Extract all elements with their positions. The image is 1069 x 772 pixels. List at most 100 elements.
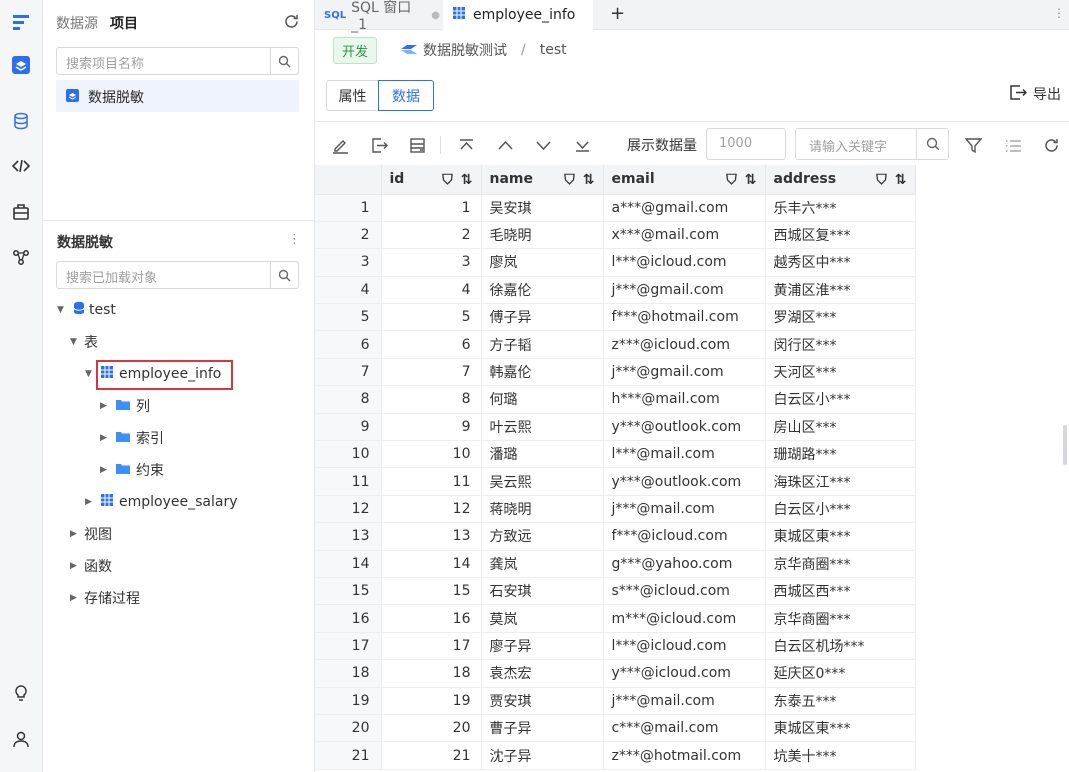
address-cell[interactable]: 延庆区0*** — [765, 659, 916, 688]
address-cell[interactable]: 东泰五*** — [765, 687, 916, 715]
row-number-cell[interactable]: 8 — [315, 385, 382, 414]
id-cell[interactable]: 7 — [381, 358, 482, 387]
address-cell[interactable]: 東城区東*** — [765, 522, 916, 551]
tree-columns[interactable]: ▶ 列 — [100, 395, 150, 417]
name-cell[interactable]: 方子韬 — [481, 330, 604, 359]
tree-views[interactable]: ▶ 视图 — [70, 523, 112, 545]
tree-table-employee-salary[interactable]: ▶ employee_salary — [85, 491, 238, 513]
column-header-address[interactable]: address ⛉ ⇅ — [765, 165, 916, 195]
name-cell[interactable]: 徐嘉伦 — [481, 276, 604, 305]
save-icon[interactable] — [406, 134, 428, 156]
column-header-email[interactable]: email ⛉ ⇅ — [603, 165, 766, 195]
email-cell[interactable]: a***@gmail.com — [603, 194, 766, 222]
address-cell[interactable]: 闵行区*** — [765, 330, 916, 359]
email-cell[interactable]: c***@mail.com — [603, 714, 766, 743]
sort-icon[interactable]: ⇅ — [895, 172, 907, 188]
name-cell[interactable]: 叶云熙 — [481, 413, 604, 442]
name-cell[interactable]: 潘璐 — [481, 440, 604, 469]
name-cell[interactable]: 毛晓明 — [481, 221, 604, 250]
email-cell[interactable]: g***@yahoo.com — [603, 550, 766, 578]
email-cell[interactable]: x***@mail.com — [603, 221, 766, 250]
table-row[interactable]: 20 20 曹子异 c***@mail.com 東城区東*** — [315, 714, 916, 743]
id-cell[interactable]: 19 — [381, 687, 482, 715]
next-page-icon[interactable] — [532, 134, 554, 156]
id-cell[interactable]: 15 — [381, 577, 482, 606]
search-icon[interactable] — [916, 129, 948, 159]
name-cell[interactable]: 吴云熙 — [481, 467, 604, 496]
app-logo-icon[interactable] — [10, 12, 32, 34]
table-row[interactable]: 6 6 方子韬 z***@icloud.com 闵行区*** — [315, 330, 916, 359]
prev-page-icon[interactable] — [494, 134, 516, 156]
first-page-icon[interactable] — [455, 134, 477, 156]
row-number-cell[interactable]: 1 — [315, 194, 382, 222]
email-cell[interactable]: j***@gmail.com — [603, 358, 766, 387]
email-cell[interactable]: l***@icloud.com — [603, 248, 766, 277]
tab-project[interactable]: 项目 — [110, 13, 138, 33]
bulb-icon[interactable] — [10, 682, 32, 704]
new-tab-icon[interactable]: + — [610, 3, 625, 24]
email-cell[interactable]: y***@outlook.com — [603, 413, 766, 442]
filter-icon[interactable]: ⛉ — [726, 172, 737, 188]
id-cell[interactable]: 21 — [381, 741, 482, 770]
table-row[interactable]: 18 18 袁杰宏 y***@icloud.com 延庆区0*** — [315, 659, 916, 688]
search-icon[interactable] — [270, 48, 298, 74]
address-cell[interactable]: 黄浦区淮*** — [765, 276, 916, 305]
address-cell[interactable]: 白云区小*** — [765, 385, 916, 414]
row-number-cell[interactable]: 11 — [315, 467, 382, 496]
table-row[interactable]: 4 4 徐嘉伦 j***@gmail.com 黄浦区淮*** — [315, 276, 916, 305]
tree-tables-folder[interactable]: ▼ 表 — [70, 331, 98, 353]
breadcrumb-db[interactable]: test — [540, 42, 567, 58]
address-cell[interactable]: 京华商圈*** — [765, 550, 916, 578]
code-icon[interactable] — [10, 155, 32, 177]
import-icon[interactable] — [368, 134, 390, 156]
row-number-cell[interactable]: 7 — [315, 358, 382, 387]
breadcrumb-project[interactable]: 数据脱敏测试 — [423, 40, 507, 60]
email-cell[interactable]: j***@mail.com — [603, 687, 766, 715]
caret-down-icon[interactable]: ▼ — [57, 305, 69, 315]
row-number-cell[interactable]: 3 — [315, 248, 382, 277]
row-number-cell[interactable]: 4 — [315, 276, 382, 305]
table-row[interactable]: 15 15 石安琪 s***@icloud.com 西城区西*** — [315, 577, 916, 606]
address-cell[interactable]: 西城区西*** — [765, 577, 916, 606]
table-row[interactable]: 7 7 韩嘉伦 j***@gmail.com 天河区*** — [315, 358, 916, 387]
caret-down-icon[interactable]: ▼ — [85, 369, 97, 379]
layers-icon[interactable] — [10, 54, 32, 76]
address-cell[interactable]: 西城区复*** — [765, 221, 916, 250]
sort-icon[interactable]: ⇅ — [583, 172, 595, 188]
tree-functions[interactable]: ▶ 函数 — [70, 555, 112, 577]
name-cell[interactable]: 吴安琪 — [481, 194, 604, 222]
list-icon[interactable] — [1002, 134, 1024, 156]
row-number-cell[interactable]: 6 — [315, 330, 382, 359]
id-cell[interactable]: 16 — [381, 604, 482, 633]
id-cell[interactable]: 6 — [381, 330, 482, 359]
email-cell[interactable]: l***@mail.com — [603, 440, 766, 469]
table-row[interactable]: 13 13 方致远 f***@icloud.com 東城区東*** — [315, 522, 916, 551]
table-row[interactable]: 14 14 龚岚 g***@yahoo.com 京华商圈*** — [315, 550, 916, 578]
row-number-cell[interactable]: 19 — [315, 687, 382, 715]
tree-db[interactable]: ▼ test — [57, 299, 116, 321]
caret-right-icon[interactable]: ▶ — [70, 561, 82, 571]
caret-right-icon[interactable]: ▶ — [100, 433, 112, 443]
id-cell[interactable]: 2 — [381, 221, 482, 250]
email-cell[interactable]: j***@gmail.com — [603, 276, 766, 305]
row-number-cell[interactable]: 5 — [315, 303, 382, 332]
email-cell[interactable]: l***@icloud.com — [603, 632, 766, 661]
project-item[interactable]: 数据脱敏 — [56, 80, 299, 112]
address-cell[interactable]: 東城区東*** — [765, 714, 916, 743]
row-count-input[interactable]: 1000 — [706, 128, 786, 160]
row-number-cell[interactable]: 12 — [315, 495, 382, 524]
tree-procedures[interactable]: ▶ 存储过程 — [70, 587, 140, 609]
name-cell[interactable]: 龚岚 — [481, 550, 604, 578]
database-icon[interactable] — [10, 110, 32, 132]
address-cell[interactable]: 房山区*** — [765, 413, 916, 442]
address-cell[interactable]: 天河区*** — [765, 358, 916, 387]
row-number-cell[interactable]: 15 — [315, 577, 382, 606]
filter-icon[interactable] — [962, 134, 984, 156]
table-row[interactable]: 1 1 吴安琪 a***@gmail.com 乐丰六*** — [315, 194, 916, 222]
row-number-cell[interactable]: 21 — [315, 741, 382, 770]
row-number-cell[interactable]: 2 — [315, 221, 382, 250]
email-cell[interactable]: h***@mail.com — [603, 385, 766, 414]
tree-indexes[interactable]: ▶ 索引 — [100, 427, 164, 449]
filter-icon[interactable]: ⛉ — [564, 172, 575, 188]
email-cell[interactable]: z***@icloud.com — [603, 330, 766, 359]
